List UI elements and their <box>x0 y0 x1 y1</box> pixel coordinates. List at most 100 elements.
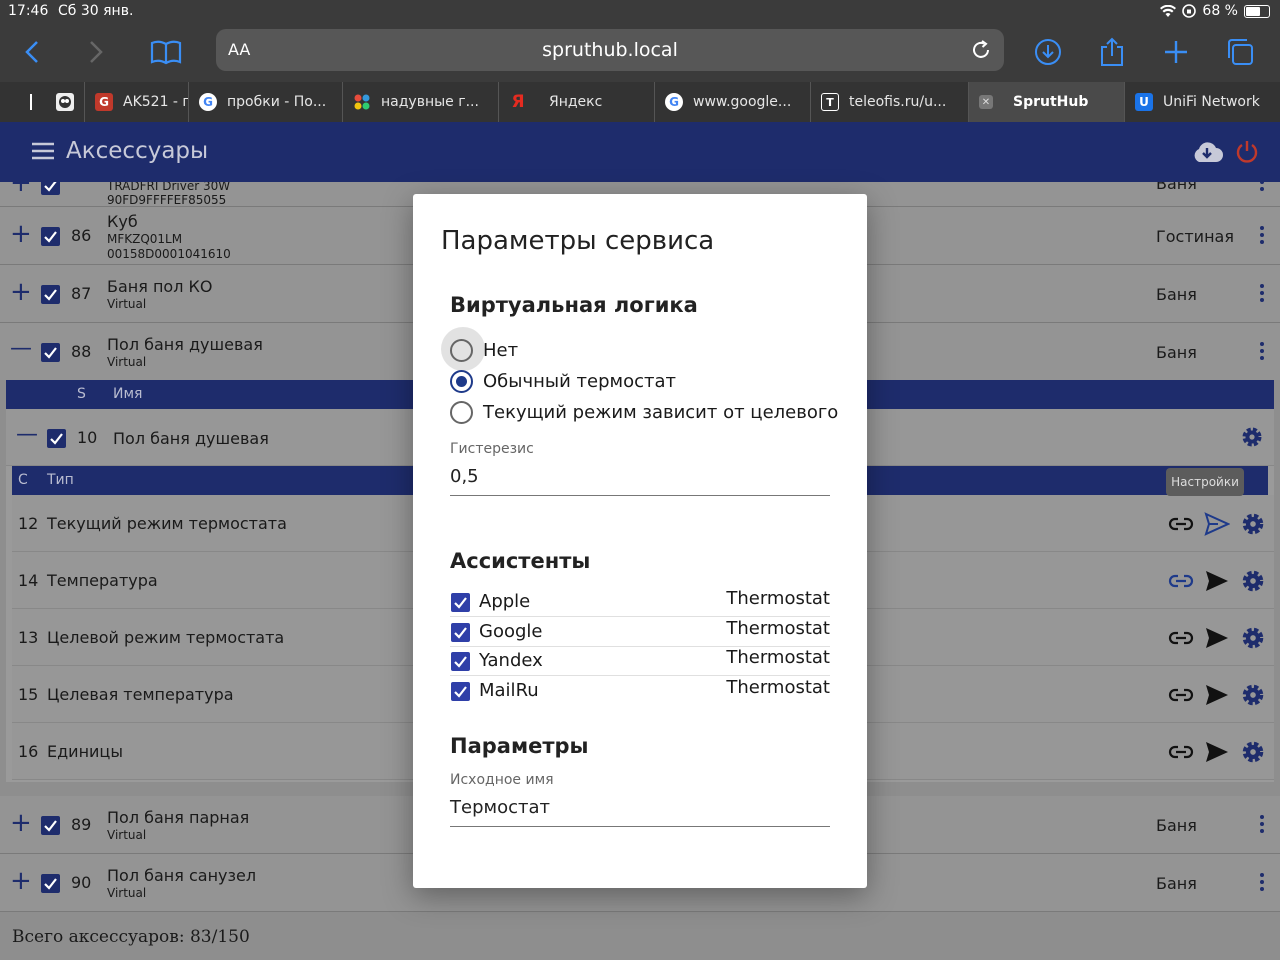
link-icon[interactable] <box>1168 568 1194 594</box>
accessory-checkbox[interactable] <box>41 874 60 893</box>
share-icon[interactable] <box>1096 36 1128 68</box>
expand-icon[interactable]: + <box>10 279 32 305</box>
gear-icon[interactable] <box>1240 511 1266 537</box>
more-icon[interactable] <box>1260 342 1266 363</box>
url-text[interactable]: spruthub.local <box>216 39 1004 61</box>
assistant-type[interactable]: Thermostat <box>726 588 830 609</box>
accessory-checkbox[interactable] <box>41 182 60 195</box>
reload-icon[interactable] <box>970 39 992 61</box>
assistant-checkbox[interactable] <box>451 682 470 701</box>
power-icon[interactable] <box>1235 140 1259 164</box>
assistant-row-yandex[interactable]: Yandex Thermostat <box>450 646 830 676</box>
new-tab-icon[interactable] <box>1160 36 1192 68</box>
menu-icon[interactable] <box>32 142 54 160</box>
tab-0[interactable] <box>0 82 48 122</box>
bookmarks-icon[interactable] <box>150 36 182 68</box>
expand-icon[interactable]: + <box>10 182 32 196</box>
assistant-row-google[interactable]: Google Thermostat <box>450 617 830 647</box>
tab-label: надувные г... <box>381 94 479 110</box>
more-icon[interactable] <box>1260 873 1266 894</box>
tab-8-active[interactable]: ✕ SprutHub <box>968 82 1124 122</box>
original-name-field[interactable]: Термостат <box>450 797 830 827</box>
more-icon[interactable] <box>1260 182 1266 194</box>
radio-none[interactable]: Нет <box>450 337 518 363</box>
link-icon[interactable] <box>1168 625 1194 651</box>
hysteresis-input[interactable]: 0,5 <box>450 466 830 496</box>
more-icon[interactable] <box>1260 284 1266 305</box>
ak-icon: G <box>95 93 113 111</box>
radio-label: Нет <box>483 339 519 361</box>
send-icon[interactable] <box>1204 511 1230 537</box>
download-icon[interactable] <box>1032 36 1064 68</box>
tab-3[interactable]: Gпробки - По... <box>188 82 342 122</box>
settings-tooltip: Настройки <box>1166 468 1244 496</box>
accessory-checkbox[interactable] <box>41 227 60 246</box>
accessory-number: 86 <box>71 226 92 245</box>
tab-1[interactable] <box>48 82 84 122</box>
status-right: 68 % <box>1160 3 1270 19</box>
accessory-id: 00158D0001041610 <box>107 247 231 261</box>
row-actions <box>1168 682 1266 708</box>
assistant-checkbox[interactable] <box>451 593 470 612</box>
gear-icon[interactable] <box>1240 568 1266 594</box>
collapse-icon[interactable]: — <box>16 422 38 448</box>
expand-icon[interactable]: + <box>10 810 32 836</box>
assistant-checkbox[interactable] <box>451 623 470 642</box>
link-icon[interactable] <box>1168 511 1194 537</box>
send-icon[interactable] <box>1204 568 1230 594</box>
cloud-download-icon[interactable] <box>1191 140 1223 164</box>
tabs-overview-icon[interactable] <box>1224 36 1256 68</box>
gear-icon[interactable] <box>1240 625 1266 651</box>
send-icon[interactable] <box>1204 739 1230 765</box>
tab-9[interactable]: U UniFi Network <box>1124 82 1280 122</box>
tab-4[interactable]: надувные г... <box>342 82 498 122</box>
back-icon[interactable] <box>16 36 48 68</box>
assistant-row-mailru[interactable]: MailRu Thermostat <box>450 676 830 706</box>
radio-current-depends-icon[interactable] <box>450 400 473 424</box>
close-tab-icon[interactable]: ✕ <box>979 95 993 109</box>
gear-icon[interactable] <box>1240 739 1266 765</box>
send-icon[interactable] <box>1204 625 1230 651</box>
gear-icon[interactable] <box>1240 682 1266 708</box>
radio-thermostat[interactable]: Обычный термостат <box>450 368 676 394</box>
assistant-type[interactable]: Thermostat <box>726 647 830 668</box>
gear-icon[interactable] <box>1240 425 1264 449</box>
yandex-icon: Я <box>511 92 525 112</box>
characteristic-number: 12 <box>18 514 39 533</box>
tab-2[interactable]: G AK521 - г <box>84 82 188 122</box>
characteristic-name: Целевой режим термостата <box>47 628 285 647</box>
tab-label: teleofis.ru/u... <box>849 94 947 110</box>
address-bar[interactable]: AA spruthub.local <box>216 29 1004 71</box>
link-icon[interactable] <box>1168 682 1194 708</box>
radio-none-icon[interactable] <box>450 338 473 362</box>
tab-label: SprutHub <box>1013 94 1089 110</box>
accessory-checkbox[interactable] <box>41 343 60 362</box>
assistant-checkbox[interactable] <box>451 652 470 671</box>
radio-thermostat-icon[interactable] <box>450 369 473 393</box>
expand-icon[interactable]: + <box>10 868 32 894</box>
tab-7[interactable]: Tteleofis.ru/u... <box>810 82 968 122</box>
accessory-checkbox[interactable] <box>41 285 60 304</box>
more-icon[interactable] <box>1260 226 1266 247</box>
send-icon[interactable] <box>1204 682 1230 708</box>
accessory-name: Баня пол КО <box>107 277 213 296</box>
forward-icon[interactable] <box>80 36 112 68</box>
tab-6[interactable]: Gwww.google... <box>654 82 810 122</box>
tab-label: Яндекс <box>549 94 603 110</box>
characteristic-number: 15 <box>18 685 39 704</box>
more-icon[interactable] <box>1260 815 1266 836</box>
accessory-id: 90FD9FFFFEF85055 <box>107 193 227 207</box>
expand-icon[interactable]: + <box>10 221 32 247</box>
accessory-checkbox[interactable] <box>41 816 60 835</box>
characteristic-number: 16 <box>18 742 39 761</box>
radio-current-depends[interactable]: Текущий режим зависит от целевого <box>450 399 838 425</box>
assistant-row-apple[interactable]: Apple Thermostat <box>450 587 830 617</box>
assistant-type[interactable]: Thermostat <box>726 677 830 698</box>
tab-5[interactable]: Я Яндекс <box>498 82 654 122</box>
collapse-icon[interactable]: — <box>10 336 32 362</box>
service-checkbox[interactable] <box>47 429 66 448</box>
assistant-type[interactable]: Thermostat <box>726 618 830 639</box>
link-icon[interactable] <box>1168 739 1194 765</box>
characteristic-name: Температура <box>47 571 158 590</box>
row-actions <box>1168 625 1266 651</box>
